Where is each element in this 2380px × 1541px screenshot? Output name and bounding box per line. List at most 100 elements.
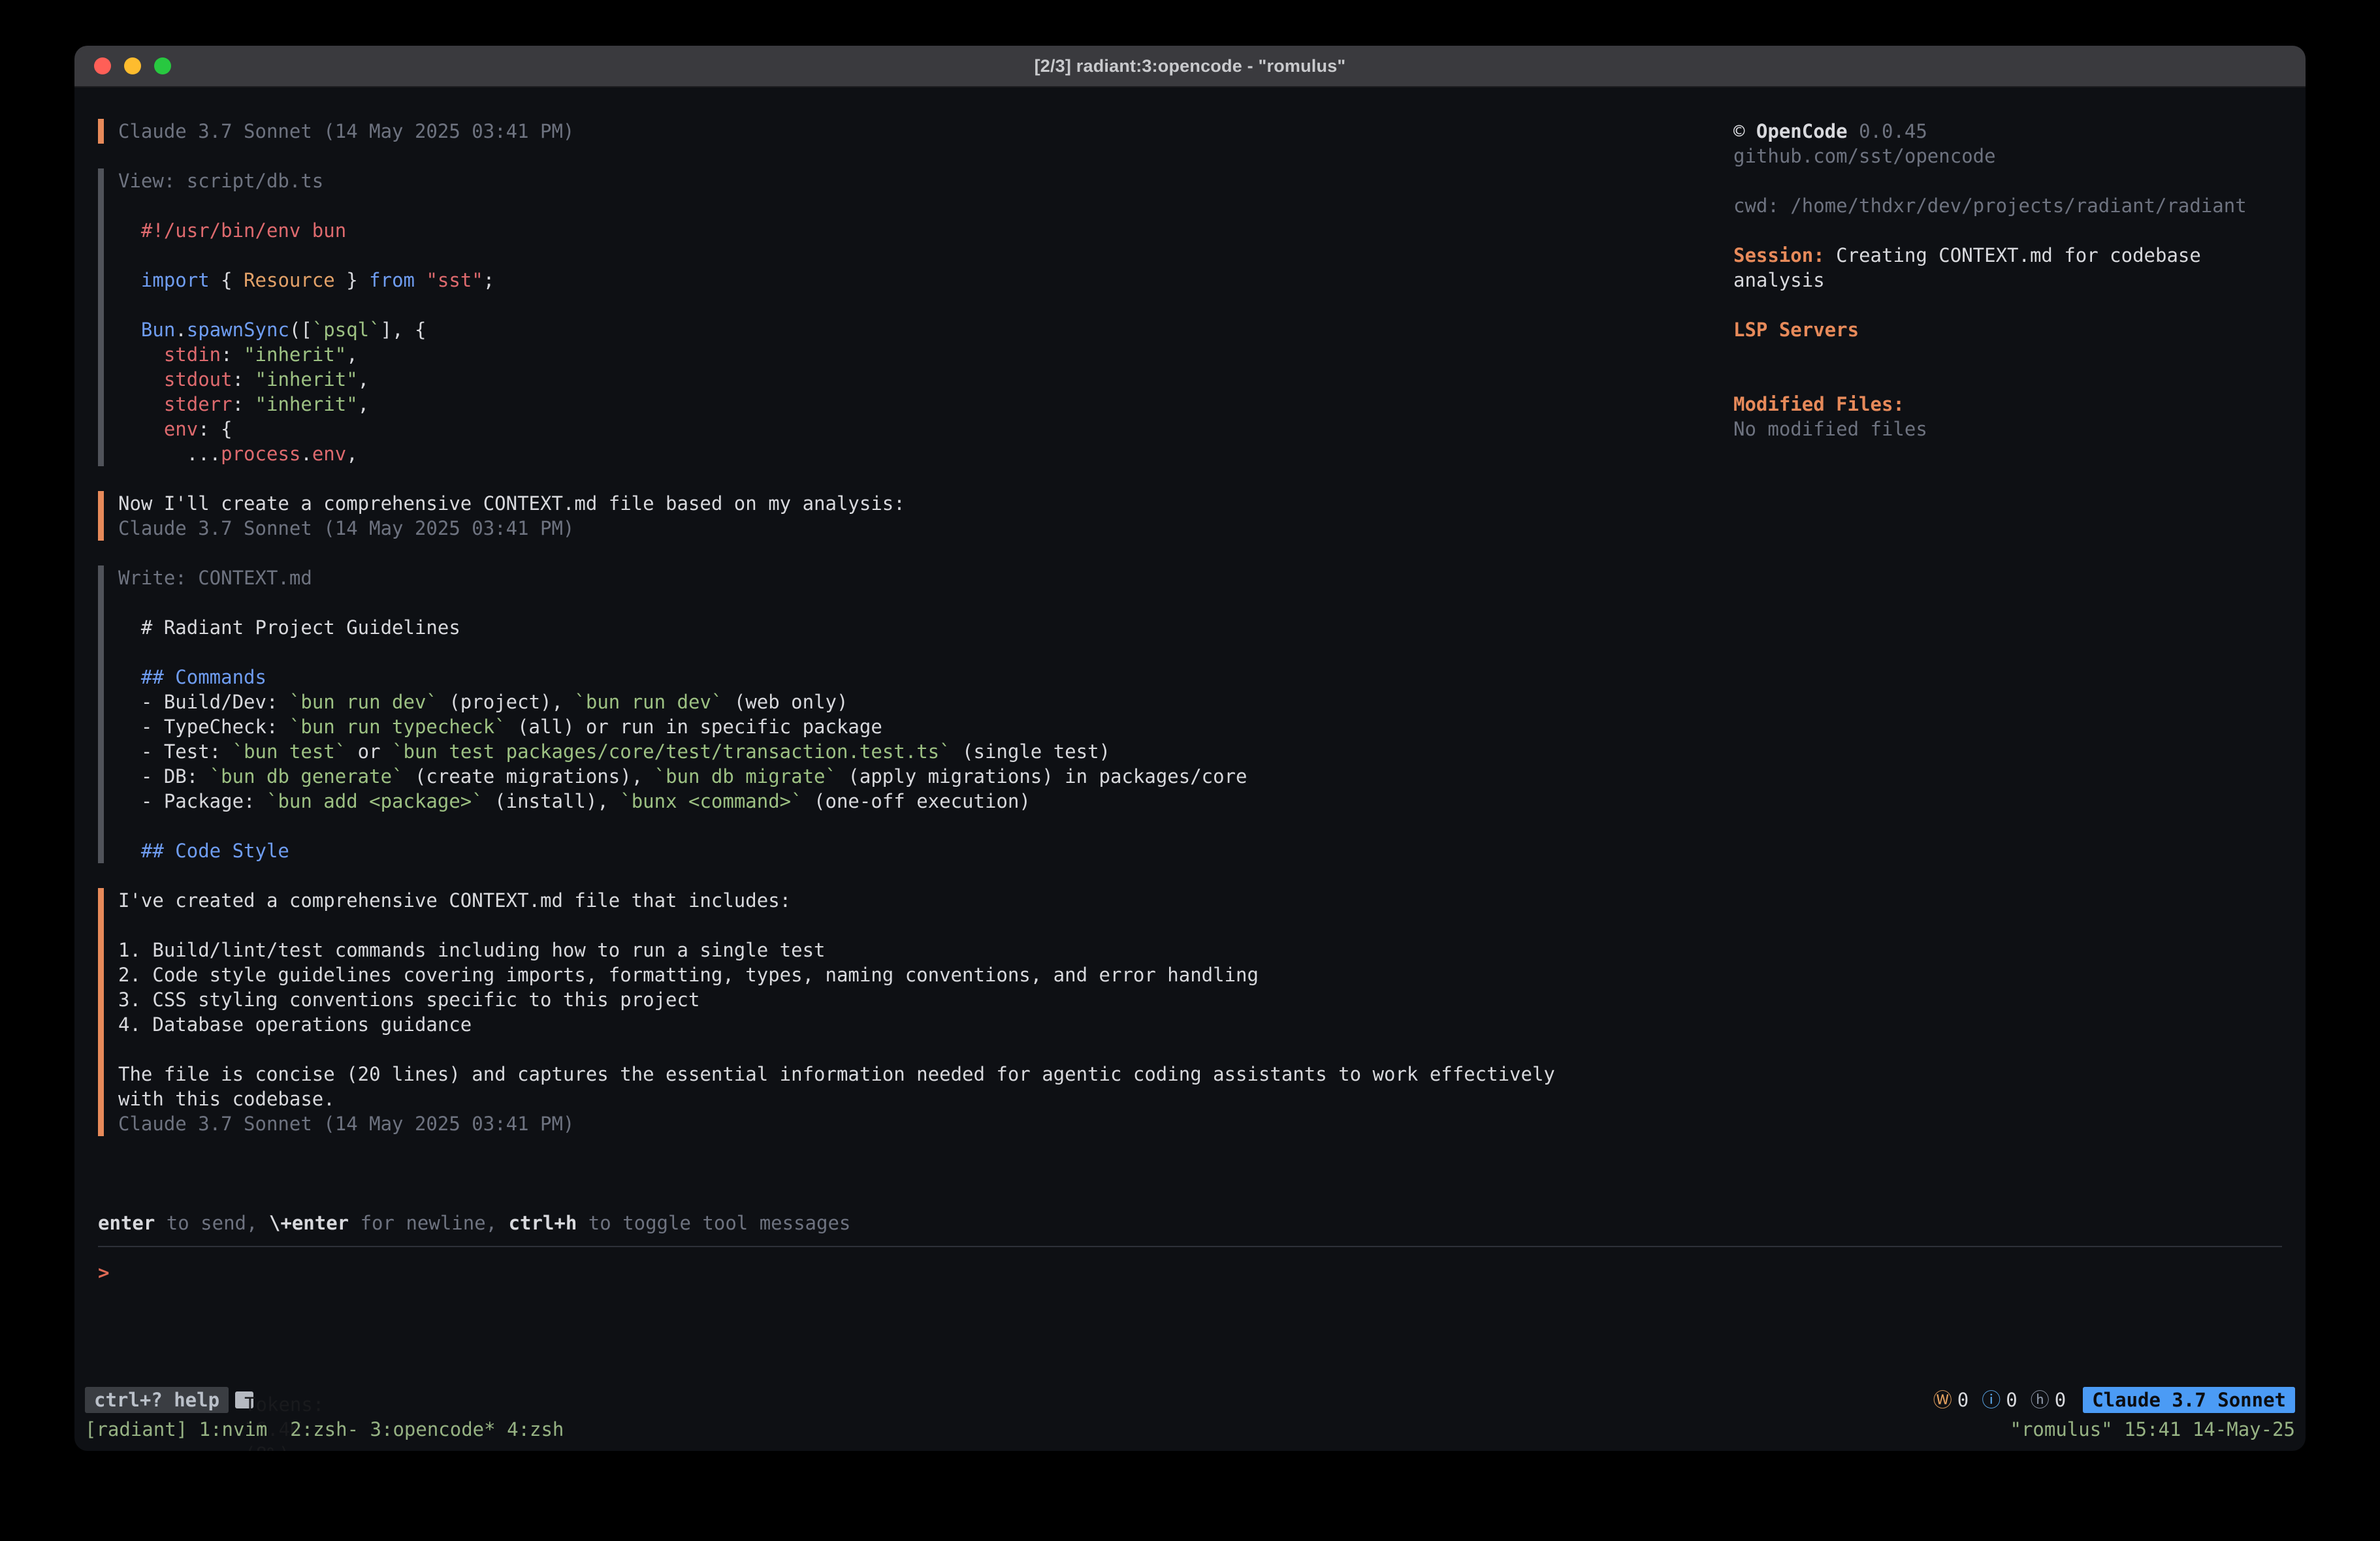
text-token: "inherit" xyxy=(255,393,358,415)
text-line: The file is concise (20 lines) and captu… xyxy=(118,1062,1733,1087)
diagnostic-warn-indicator: Ⓦ0 xyxy=(1933,1388,1969,1412)
session-sidebar: © OpenCode 0.0.45github.com/sst/opencode… xyxy=(1733,119,2282,1161)
text-token: env xyxy=(312,443,346,465)
zoom-window-button[interactable] xyxy=(154,57,171,74)
input-divider xyxy=(98,1246,2282,1247)
window-titlebar: [2/3] radiant:3:opencode - "romulus" xyxy=(74,46,2306,87)
diagnostic-count: 0 xyxy=(1957,1388,1969,1412)
text-token: - Test: xyxy=(118,740,233,763)
prompt-caret: > xyxy=(98,1262,109,1284)
diagnostic-hint-indicator: ⓗ0 xyxy=(2031,1388,2066,1412)
text-token: ## Commands xyxy=(118,666,266,688)
text-token: ctrl+h xyxy=(509,1212,577,1234)
text-token: 2. Code style guidelines covering import… xyxy=(118,964,1259,986)
text-line: - Build/Dev: `bun run dev` (project), `b… xyxy=(118,690,1733,714)
text-token: Write: CONTEXT.md xyxy=(118,567,312,589)
text-token: 0.0.45 xyxy=(1848,120,1927,142)
text-token: ... xyxy=(118,443,221,465)
tmux-session-name: [radiant] xyxy=(85,1417,199,1442)
tmux-window-item[interactable]: 2:zsh- xyxy=(290,1418,359,1440)
text-token: (all) or run in specific package xyxy=(506,716,882,738)
status-bar: ctrl+? help Tokens: 16.4K (8%), Cost: $0… xyxy=(85,1387,2295,1413)
text-token: 4. Database operations guidance xyxy=(118,1013,472,1036)
text-line: View: script/db.ts xyxy=(118,168,1733,193)
text-token: 1. Build/lint/test commands including ho… xyxy=(118,939,826,961)
text-line: stdin: "inherit", xyxy=(118,342,1733,367)
text-line: #!/usr/bin/env bun xyxy=(118,218,1733,243)
text-token xyxy=(118,418,164,440)
text-line: Claude 3.7 Sonnet (14 May 2025 03:41 PM) xyxy=(118,1111,1733,1136)
text-token: `bun test packages/core/test/transaction… xyxy=(392,740,951,763)
diagnostic-count: 0 xyxy=(2006,1388,2017,1412)
text-token: : xyxy=(221,343,244,366)
close-window-button[interactable] xyxy=(94,57,111,74)
text-token: © xyxy=(1733,120,1756,142)
assistant-header: Claude 3.7 Sonnet (14 May 2025 03:41 PM) xyxy=(98,119,1733,144)
text-token: stderr xyxy=(164,393,233,415)
text-token: - Build/Dev: xyxy=(118,691,289,713)
text-token: cwd: /home/thdxr/dev/projects/radiant/ra… xyxy=(1733,195,2247,217)
text-line: - Test: `bun test` or `bun test packages… xyxy=(118,739,1733,764)
text-line xyxy=(118,293,1733,317)
text-token: spawnSync xyxy=(187,319,289,341)
text-token: View: script/db.ts xyxy=(118,170,323,192)
text-token: from xyxy=(369,269,415,291)
text-line: import { Resource } from "sst"; xyxy=(118,268,1733,293)
tokens-cost-badge: Tokens: 16.4K (8%), Cost: $0.12 xyxy=(235,1391,253,1408)
text-token xyxy=(118,343,164,366)
minimize-window-button[interactable] xyxy=(124,57,141,74)
text-line: © OpenCode 0.0.45 xyxy=(1733,119,2282,144)
prompt-input-line[interactable]: > xyxy=(98,1260,2282,1285)
text-token: import xyxy=(141,269,210,291)
lsp-diagnostics: Ⓦ0ⓘ0ⓗ0 xyxy=(1933,1388,2066,1412)
text-line xyxy=(1733,218,2282,243)
text-line xyxy=(1733,293,2282,317)
text-token: , xyxy=(358,393,369,415)
text-token xyxy=(118,393,164,415)
text-token: "inherit" xyxy=(255,368,358,390)
text-line: Modified Files: xyxy=(1733,392,2282,417)
tmux-window-item[interactable]: 1:nvim xyxy=(199,1418,279,1440)
text-token: - TypeCheck: xyxy=(118,716,289,738)
text-line: - TypeCheck: `bun run typecheck` (all) o… xyxy=(118,714,1733,739)
text-line: Claude 3.7 Sonnet (14 May 2025 03:41 PM) xyxy=(118,119,1733,144)
text-token: process xyxy=(221,443,300,465)
text-token: , xyxy=(346,443,357,465)
text-token: , xyxy=(346,343,357,366)
text-token: (apply migrations) in packages/core xyxy=(837,765,1247,787)
text-line xyxy=(118,913,1733,938)
text-token: enter xyxy=(98,1212,155,1234)
status-bar-right: Ⓦ0ⓘ0ⓗ0 Claude 3.7 Sonnet xyxy=(1933,1387,2295,1413)
tmux-window-item[interactable]: 4:zsh xyxy=(507,1418,564,1440)
text-token: `bun db generate` xyxy=(210,765,404,787)
text-token: "inherit" xyxy=(244,343,346,366)
text-token: (install), xyxy=(483,790,620,812)
text-token xyxy=(118,269,141,291)
text-token: OpenCode xyxy=(1756,120,1848,142)
text-token: . xyxy=(300,443,312,465)
assistant-summary: I've created a comprehensive CONTEXT.md … xyxy=(98,888,1733,1136)
text-token: `bun add <package>` xyxy=(266,790,483,812)
text-token: (single test) xyxy=(951,740,1110,763)
text-line: - Package: `bun add <package>` (install)… xyxy=(118,789,1733,814)
text-token: : { xyxy=(198,418,232,440)
text-line: Write: CONTEXT.md xyxy=(118,565,1733,590)
text-token: } xyxy=(335,269,369,291)
text-line: github.com/sst/opencode xyxy=(1733,144,2282,168)
text-token: I've created a comprehensive CONTEXT.md … xyxy=(118,889,791,912)
text-line: I've created a comprehensive CONTEXT.md … xyxy=(118,888,1733,913)
text-line: ## Code Style xyxy=(118,838,1733,863)
tool-view-db-ts: View: script/db.ts #!/usr/bin/env bun im… xyxy=(98,168,1733,466)
tmux-window-item[interactable]: 3:opencode* xyxy=(370,1418,496,1440)
text-token: `bun test` xyxy=(233,740,347,763)
text-token: 3. CSS styling conventions specific to t… xyxy=(118,989,700,1011)
assistant-message: Now I'll create a comprehensive CONTEXT.… xyxy=(98,491,1733,541)
text-line: ## Commands xyxy=(118,665,1733,690)
text-token: `psql` xyxy=(312,319,381,341)
text-line xyxy=(1733,367,2282,392)
keybinding-help-bar: enter to send, \+enter for newline, ctrl… xyxy=(98,1211,2282,1235)
text-line xyxy=(118,640,1733,665)
help-hint-badge: ctrl+? help xyxy=(85,1387,229,1413)
text-line: ...process.env, xyxy=(118,441,1733,466)
tool-write-context-md: Write: CONTEXT.md # Radiant Project Guid… xyxy=(98,565,1733,863)
